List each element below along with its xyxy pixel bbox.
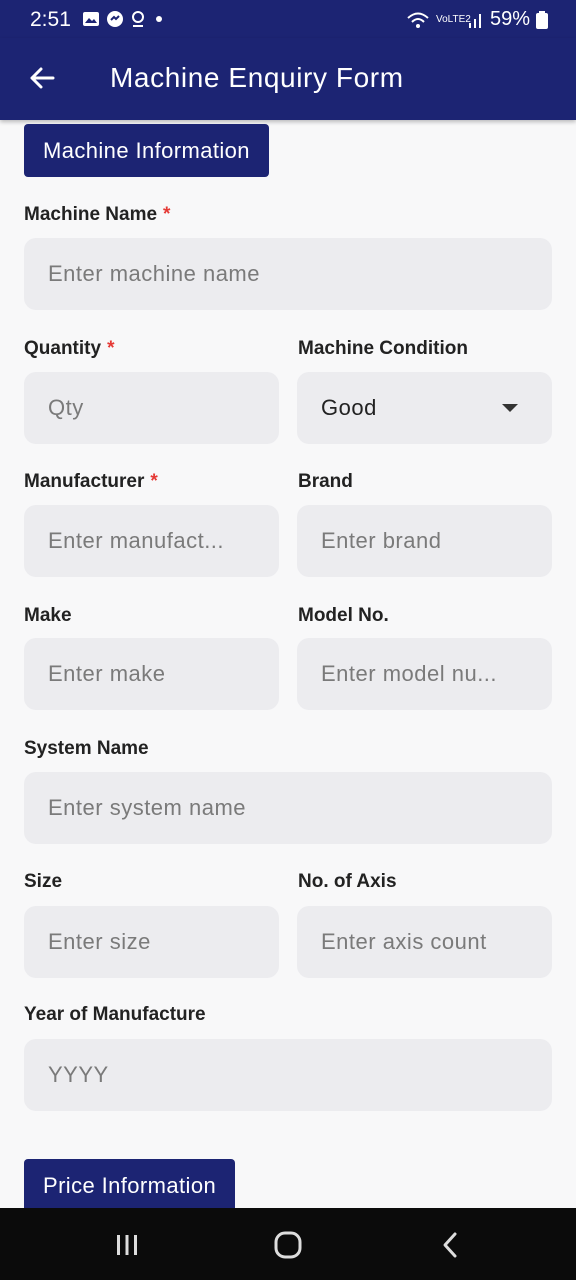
location-icon [132,11,144,27]
quantity-label: Quantity * [24,338,115,359]
recents-button[interactable] [107,1228,147,1262]
signal-icon [468,13,481,28]
model-no-label: Model No. [298,605,389,626]
required-marker: * [107,338,115,359]
home-icon [274,1231,302,1259]
section-header-machine-info: Machine Information [24,124,269,177]
messenger-icon [107,11,123,27]
network-label: VoLTE2 [435,13,471,25]
nav-back-button[interactable] [430,1228,470,1262]
required-marker: * [163,204,171,225]
battery-icon [536,10,548,29]
form-content[interactable]: Machine Information Machine Name * Enter … [0,120,576,1208]
notification-icons [82,10,166,28]
system-nav-bar [0,1208,576,1280]
page-title: Machine Enquiry Form [110,62,404,93]
app-bar: Machine Enquiry Form [0,38,576,120]
model-no-input[interactable]: Enter model nu... [297,638,552,710]
arrow-left-icon [30,67,55,89]
home-button[interactable] [268,1228,308,1262]
status-time: 2:51 [30,8,71,31]
battery-level: 59% [489,8,530,30]
gallery-icon [83,12,99,26]
make-input[interactable]: Enter make [24,638,279,710]
machine-name-label: Machine Name * [24,204,171,225]
year-input[interactable]: YYYY [24,1039,552,1111]
caret-down-icon [502,404,518,412]
machine-condition-label: Machine Condition [298,338,468,359]
machine-name-input[interactable]: Enter machine name [24,238,552,310]
required-marker: * [150,471,158,492]
wifi-icon [407,12,429,28]
machine-condition-value: Good [321,395,377,420]
no-of-axis-label: No. of Axis [298,871,397,892]
manufacturer-label: Manufacturer * [24,471,158,492]
section-header-price-info: Price Information [24,1159,236,1208]
recents-icon [117,1235,137,1255]
no-of-axis-input[interactable]: Enter axis count [297,906,552,978]
back-button[interactable] [22,58,62,98]
size-input[interactable]: Enter size [24,906,279,978]
manufacturer-input[interactable]: Enter manufact... [24,505,279,577]
machine-condition-dropdown[interactable]: Good [297,372,552,444]
system-name-input[interactable]: Enter system name [24,772,552,844]
brand-input[interactable]: Enter brand [297,505,552,577]
year-label: Year of Manufacture [24,1004,206,1025]
brand-label: Brand [298,471,353,492]
dot-icon [156,16,162,22]
quantity-input[interactable]: Qty [24,372,279,444]
system-name-label: System Name [24,738,149,759]
make-label: Make [24,605,72,626]
size-label: Size [24,871,63,892]
back-icon [443,1232,457,1258]
status-bar: 2:51 VoLTE2 59% [0,0,576,38]
system-icons: VoLTE2 59% [406,8,548,31]
